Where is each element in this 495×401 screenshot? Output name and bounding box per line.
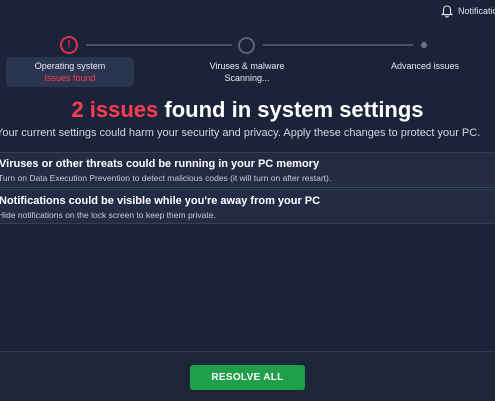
issue-description: Hide notifications on the lock screen to… [0, 210, 216, 220]
step-os-indicator: ! [60, 36, 78, 54]
step-title: Advanced issues [390, 61, 460, 71]
issue-count: 2 issues [71, 97, 159, 122]
step-title: Operating system [34, 61, 106, 71]
resolve-all-button[interactable]: RESOLVE ALL [190, 365, 305, 390]
step-advanced-issues[interactable]: Advanced issues [365, 60, 485, 72]
step-status: Issues found [44, 73, 96, 83]
issue-title: Notifications could be visible while you… [0, 195, 321, 207]
bell-icon [441, 4, 453, 18]
step-viruses-indicator [238, 37, 255, 54]
title-rest: found in system settings [158, 97, 424, 122]
step-advanced-indicator [421, 42, 427, 48]
progress-track-1 [86, 44, 232, 46]
exclamation-icon: ! [67, 39, 71, 50]
issue-description: Turn on Data Execution Prevention to det… [0, 173, 332, 183]
issue-card-memory-threats[interactable]: Viruses or other threats could be runnin… [0, 152, 495, 188]
issue-title: Viruses or other threats could be runnin… [0, 158, 320, 170]
top-bar: Notifications [0, 0, 495, 22]
notifications-label: Notifications [458, 6, 495, 16]
scan-progress: ! Operating system Issues found Viruses … [0, 34, 495, 90]
page-subtitle: Your current settings could harm your se… [0, 127, 481, 139]
issue-card-notifications[interactable]: Notifications could be visible while you… [0, 189, 495, 224]
step-status: Scanning... [224, 73, 270, 83]
progress-track-2 [263, 44, 413, 46]
step-title: Viruses & malware [209, 61, 285, 71]
notifications-button[interactable]: Notifications [441, 4, 495, 18]
step-operating-system[interactable]: Operating system Issues found [6, 57, 134, 87]
step-viruses-malware[interactable]: Viruses & malware Scanning... [185, 60, 309, 84]
footer-bar: RESOLVE ALL [0, 351, 495, 401]
page-title: 2 issues found in system settings [0, 97, 495, 123]
